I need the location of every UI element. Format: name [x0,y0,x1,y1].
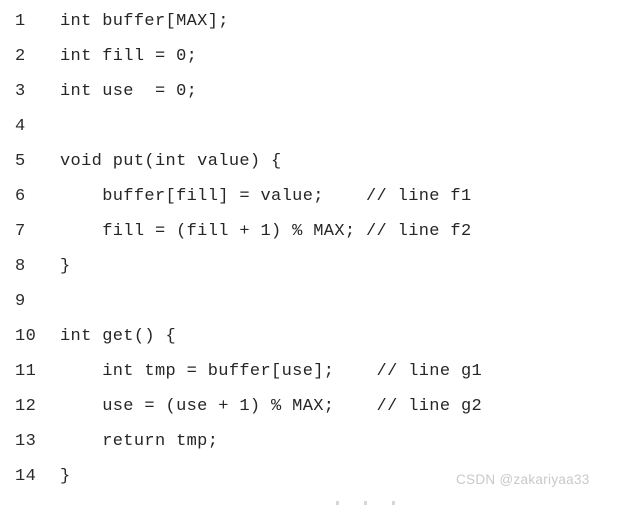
line-code: void put(int value) { [60,152,282,171]
code-line: 8} [0,249,641,284]
line-code: use = (use + 1) % MAX; // line g2 [60,397,483,416]
line-number: 1 [15,12,26,31]
line-number: 6 [15,187,26,206]
line-number: 8 [15,257,26,276]
line-code: return tmp; [60,432,219,451]
line-code: int fill = 0; [60,47,198,66]
line-code: int tmp = buffer[use]; // line g1 [60,362,483,381]
line-number: 2 [15,47,26,66]
code-line: 10 int get() { [0,319,641,354]
code-line: 11 int tmp = buffer[use]; // line g1 [0,354,641,389]
code-listing: 1 int buffer[MAX]; 2 int fill = 0; 3 int use … [0,0,641,494]
code-line: 2 int fill = 0; [0,39,641,74]
artifact-mark [364,501,367,505]
code-line: 12 use = (use + 1) % MAX; // line g2 [0,389,641,424]
line-number: 5 [15,152,26,171]
code-line: 13 return tmp; [0,424,641,459]
artifact-mark [336,501,339,505]
line-code: int get() { [60,327,177,346]
line-number: 7 [15,222,26,241]
line-number: 3 [15,82,26,101]
artifact-mark [392,501,395,505]
code-line: 9 [0,284,641,319]
code-line: 3 int use = 0; [0,74,641,109]
line-number: 11 [15,362,37,381]
code-line: 6 buffer[fill] = value; // line f1 [0,179,641,214]
code-line: 4 [0,109,641,144]
code-line: 5 void put(int value) { [0,144,641,179]
line-number: 10 [15,327,37,346]
csdn-watermark: CSDN @zakariyaa33 [456,472,590,487]
code-line: 1 int buffer[MAX]; [0,4,641,39]
code-line: 7 fill = (fill + 1) % MAX; // line f2 [0,214,641,249]
line-number: 4 [15,117,26,136]
line-code: fill = (fill + 1) % MAX; // line f2 [60,222,472,241]
line-number: 13 [15,432,37,451]
line-number: 12 [15,397,37,416]
line-code: int use = 0; [60,82,198,101]
line-code: } [60,257,71,276]
line-number: 14 [15,467,37,486]
line-number: 9 [15,292,26,311]
line-code: int buffer[MAX]; [60,12,229,31]
clipped-line-artifact [0,500,641,506]
line-code: buffer[fill] = value; // line f1 [60,187,472,206]
